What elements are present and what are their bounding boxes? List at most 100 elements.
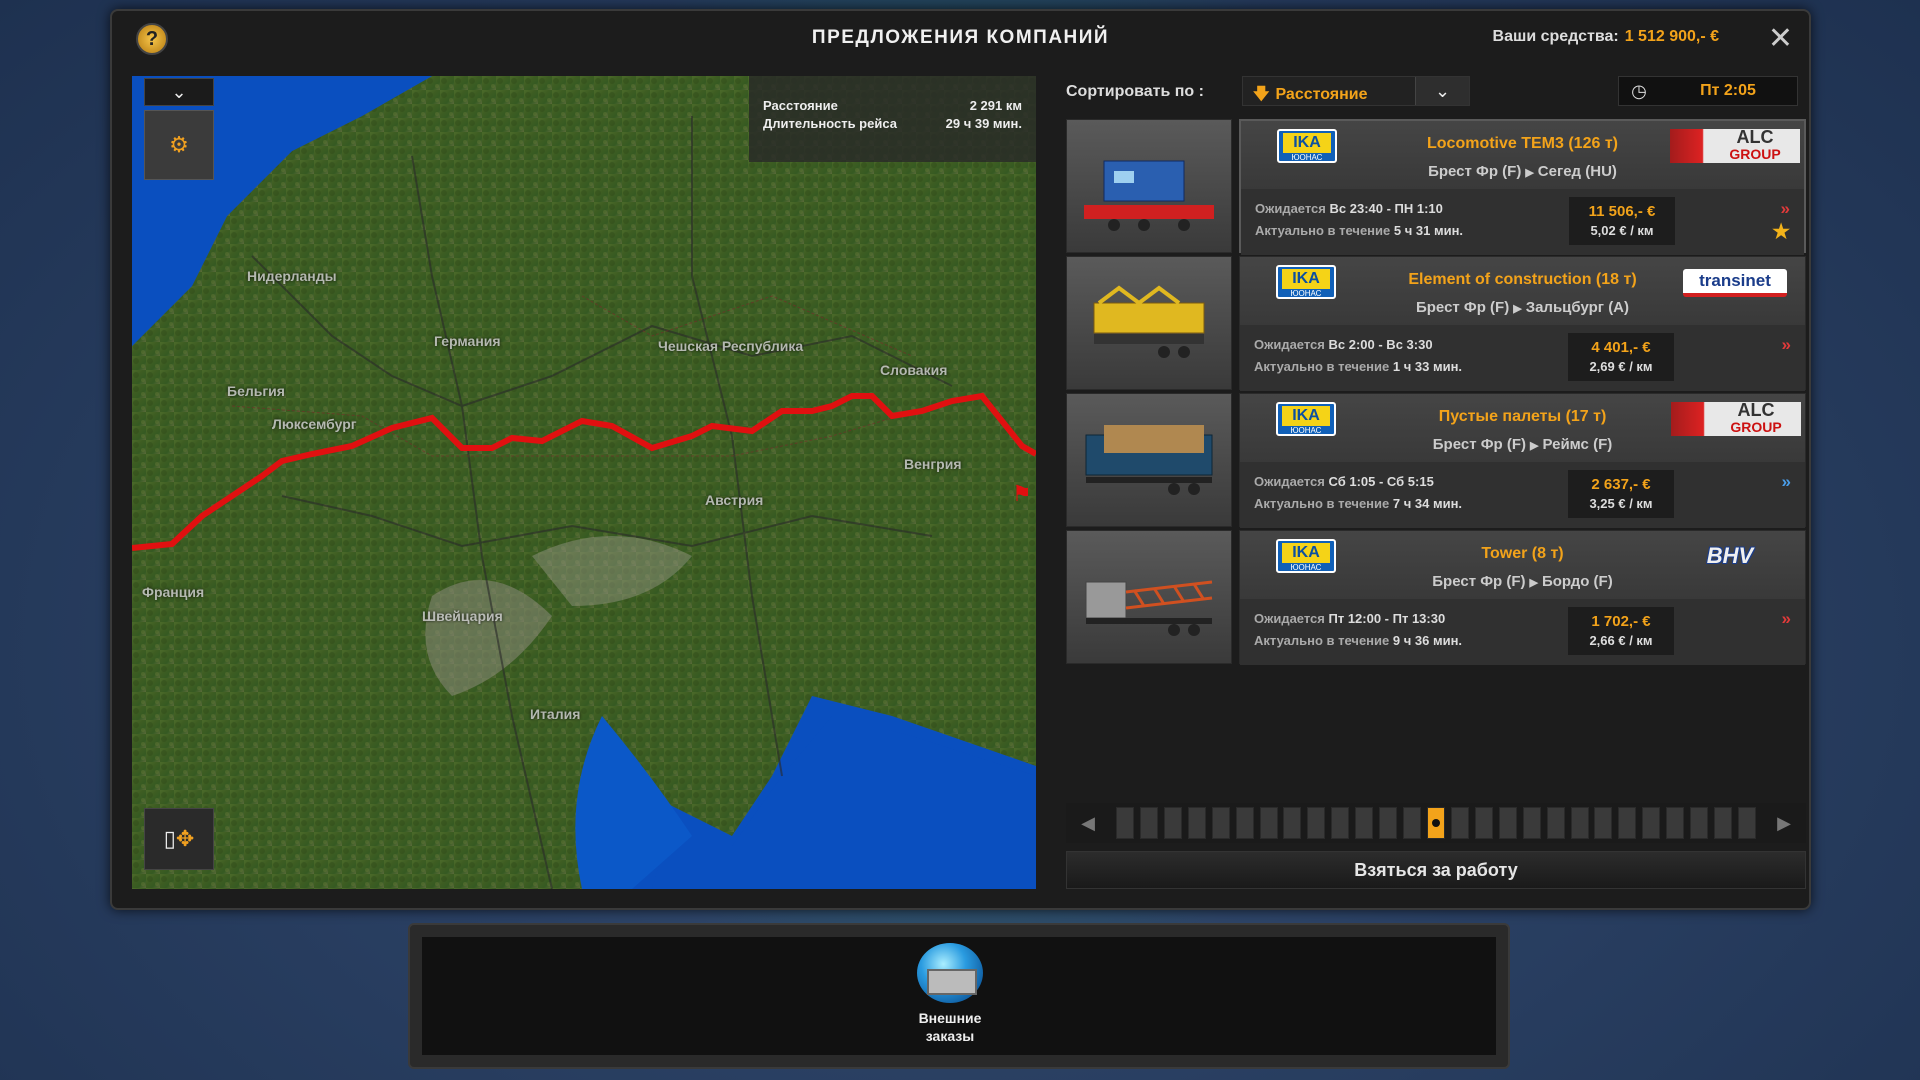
pager-dot[interactable] — [1379, 807, 1398, 839]
pager-dot[interactable] — [1666, 807, 1685, 839]
map-label: Италия — [530, 706, 581, 722]
pager-dot[interactable] — [1690, 807, 1709, 839]
pager-dot[interactable] — [1235, 807, 1254, 839]
price-value: 1 702,- € — [1591, 613, 1651, 630]
map-label: Люксембург — [272, 416, 357, 432]
pager-dot[interactable] — [1139, 807, 1158, 839]
company-offers-window: ? ПРЕДЛОЖЕНИЯ КОМПАНИЙ Ваши средства: 1 5… — [110, 9, 1811, 910]
pager-dot[interactable] — [1187, 807, 1206, 839]
cargo-thumbnail — [1066, 256, 1232, 390]
map-label: Франция — [142, 584, 205, 600]
map-filter-button[interactable]: ⚙ — [144, 110, 214, 180]
valid-value: 1 ч 33 мин. — [1392, 359, 1463, 374]
route: Брест Фр (F) ▶ Бордо (F) — [1350, 573, 1695, 590]
wait-label: Ожидается — [1255, 201, 1326, 216]
employer-logo-sub: ЮОНАС — [1290, 563, 1322, 572]
wait-value: Пт 12:00 - Пт 13:30 — [1328, 611, 1446, 626]
urgency-icon: » — [1781, 335, 1791, 354]
chevron-down-icon[interactable]: ⌄ — [1415, 77, 1469, 105]
duration-value: 29 ч 39 мин. — [945, 116, 1022, 131]
pager-dot[interactable] — [1737, 807, 1756, 839]
sort-bar: Сортировать по : 🡇 Расстояние ⌄ ◷ Пт 2:05 — [1066, 76, 1806, 108]
pager-dot[interactable] — [1163, 807, 1182, 839]
wait-label: Ожидается — [1254, 337, 1325, 352]
urgency-icon: » — [1781, 472, 1791, 491]
wait-value: Вс 23:40 - ПН 1:10 — [1329, 201, 1443, 216]
map-collapse-button[interactable]: ⌄ — [144, 78, 214, 106]
take-job-button[interactable]: Взяться за работу — [1066, 851, 1806, 889]
price-per-km: 3,25 € / км — [1589, 496, 1653, 511]
company-logo-text: ALC — [1736, 127, 1774, 147]
chevron-down-icon: ⌄ — [171, 82, 187, 102]
star-icon: ★ — [1772, 221, 1790, 243]
cargo-thumbnail — [1066, 393, 1232, 527]
job-offer[interactable]: IKA ЮОНАС Element of construction (18 т) … — [1066, 256, 1806, 391]
funds-value: 1 512 900,- € — [1624, 28, 1719, 45]
clock-icon: ◷ — [1631, 80, 1647, 101]
pager-dot[interactable] — [1283, 807, 1302, 839]
valid-info: Актуально в течение 9 ч 36 мин. — [1254, 633, 1462, 648]
job-offer[interactable]: IKA ЮОНАС Locomotive TEM3 (126 т) Брест Ф… — [1066, 119, 1806, 255]
route-to: Реймс (F) — [1542, 436, 1613, 453]
pager-dot[interactable] — [1259, 807, 1278, 839]
cargo-name: Element of construction (18 т) — [1408, 271, 1637, 288]
company-logo-sub: GROUP — [1730, 419, 1782, 435]
employer-logo-text: IKA — [1282, 543, 1330, 563]
sort-label: Сортировать по : — [1066, 83, 1204, 100]
pager-dot[interactable] — [1714, 807, 1733, 839]
company-logo: transinet — [1683, 269, 1787, 297]
external-orders-button[interactable]: Внешние заказы — [905, 943, 995, 1045]
job-card[interactable]: IKA ЮОНАС Tower (8 т) Брест Фр (F) ▶ Бордо … — [1239, 530, 1806, 665]
route-arrow-icon: ▶ — [1513, 303, 1522, 315]
next-page-icon[interactable]: ▶ — [1762, 813, 1806, 834]
pager-dot[interactable] — [1618, 807, 1637, 839]
job-offer[interactable]: IKA ЮОНАС Tower (8 т) Брест Фр (F) ▶ Бордо … — [1066, 530, 1806, 665]
route-map[interactable]: ⚑ Нидерланды Германия Чешская Республика… — [132, 76, 1036, 889]
pager-dot[interactable] — [1211, 807, 1230, 839]
route-to: Зальцбург (A) — [1525, 299, 1630, 316]
company-logo: BHV — [1706, 543, 1754, 568]
sort-select[interactable]: 🡇 Расстояние ⌄ — [1242, 76, 1470, 106]
pager-dot[interactable] — [1642, 807, 1661, 839]
job-icons: » — [1751, 472, 1791, 492]
pager-dot[interactable] — [1570, 807, 1589, 839]
pager-dot[interactable] — [1116, 807, 1134, 839]
valid-label: Актуально в течение — [1255, 223, 1391, 238]
external-orders-label-line2: заказы — [925, 1028, 975, 1044]
tower-trailer-icon — [1085, 580, 1213, 636]
pager-dots — [1110, 807, 1762, 839]
job-card[interactable]: IKA ЮОНАС Locomotive TEM3 (126 т) Брест Ф… — [1239, 119, 1806, 255]
pager-dot[interactable] — [1331, 807, 1350, 839]
map-label: Чешская Республика — [658, 338, 804, 354]
pager-dot[interactable] — [1426, 807, 1445, 839]
job-pager: ◀ ▶ — [1066, 803, 1806, 843]
pager-dot[interactable] — [1498, 807, 1517, 839]
wait-info: Ожидается Вс 23:40 - ПН 1:10 — [1255, 201, 1443, 216]
funds-label: Ваши средства: — [1492, 28, 1619, 45]
duration-label: Длительность рейса — [763, 116, 897, 131]
close-icon[interactable]: ✕ — [1768, 21, 1793, 56]
pager-dot[interactable] — [1450, 807, 1469, 839]
job-card[interactable]: IKA ЮОНАС Element of construction (18 т) … — [1239, 256, 1806, 391]
pager-dot[interactable] — [1522, 807, 1541, 839]
valid-label: Актуально в течение — [1254, 359, 1390, 374]
route: Брест Фр (F) ▶ Сегед (HU) — [1351, 163, 1694, 180]
price-box: 2 637,- € 3,25 € / км — [1568, 470, 1674, 518]
wait-info: Ожидается Пт 12:00 - Пт 13:30 — [1254, 611, 1445, 626]
prev-page-icon[interactable]: ◀ — [1066, 813, 1110, 834]
job-offer[interactable]: IKA ЮОНАС Пустые палеты (17 т) Брест Фр (… — [1066, 393, 1806, 528]
map-terrain — [132, 76, 1036, 889]
wait-value: Сб 1:05 - Сб 5:15 — [1328, 474, 1434, 489]
map-mouse-mode-button[interactable]: ▯✥ — [144, 808, 214, 870]
price-per-km: 5,02 € / км — [1590, 223, 1654, 238]
pager-dot[interactable] — [1474, 807, 1493, 839]
price-value: 4 401,- € — [1591, 339, 1651, 356]
pager-dot[interactable] — [1403, 807, 1422, 839]
job-card[interactable]: IKA ЮОНАС Пустые палеты (17 т) Брест Фр (… — [1239, 393, 1806, 528]
pager-dot[interactable] — [1594, 807, 1613, 839]
pager-dot[interactable] — [1546, 807, 1565, 839]
pager-dot[interactable] — [1355, 807, 1374, 839]
pager-dot[interactable] — [1307, 807, 1326, 839]
route-to: Бордо (F) — [1541, 573, 1613, 590]
map-label: Словакия — [880, 362, 948, 378]
